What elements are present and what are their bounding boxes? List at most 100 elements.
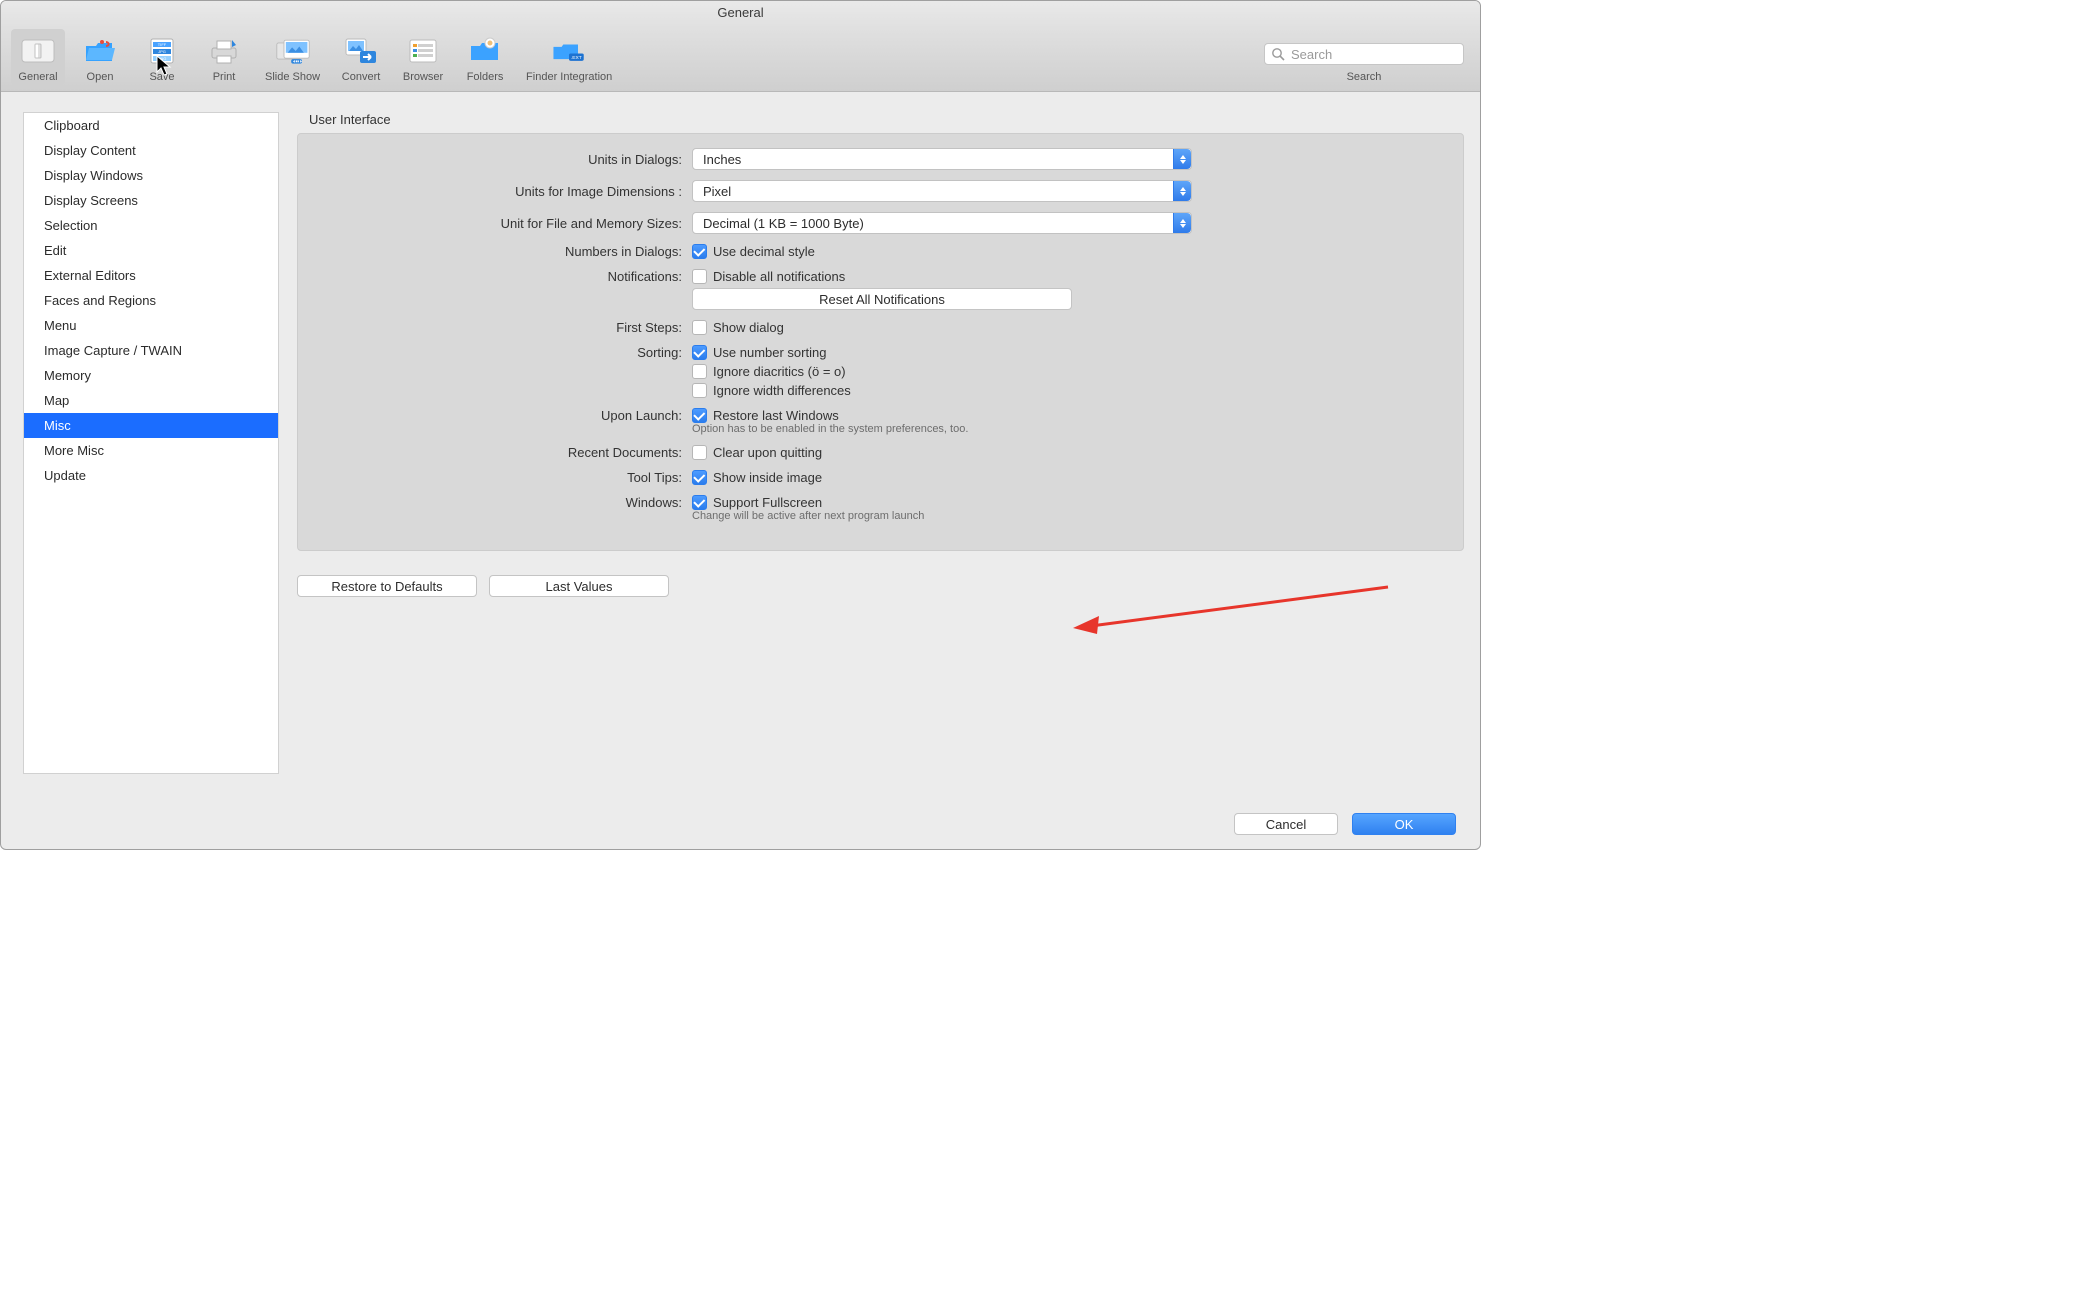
preferences-window: General General Open TIFFJPGPNG Save: [0, 0, 1481, 850]
sidebar-item-display-windows[interactable]: Display Windows: [24, 163, 278, 188]
window-title: General: [1, 1, 1480, 25]
group-title: User Interface: [309, 112, 1464, 127]
checkbox-clear-on-quit[interactable]: [692, 445, 707, 460]
label-windows: Windows:: [322, 495, 682, 510]
checkbox-disable-notifications[interactable]: [692, 269, 707, 284]
label-sorting: Sorting:: [322, 345, 682, 360]
search-label: Search: [1347, 71, 1382, 83]
sidebar-item-more-misc[interactable]: More Misc: [24, 438, 278, 463]
checkbox-label: Disable all notifications: [713, 269, 845, 284]
checkbox-ignore-diacritics[interactable]: [692, 364, 707, 379]
label-numbers: Numbers in Dialogs:: [322, 244, 682, 259]
search-input[interactable]: Search: [1264, 43, 1464, 65]
convert-icon: [343, 33, 379, 69]
main-panel: User Interface Units in Dialogs: Inches …: [297, 112, 1464, 774]
group-box: Units in Dialogs: Inches Units for Image…: [297, 133, 1464, 551]
defaults-row: Restore to Defaults Last Values: [297, 575, 1464, 597]
checkbox-label: Clear upon quitting: [713, 445, 822, 460]
search-icon: [1271, 47, 1285, 61]
reset-notifications-button[interactable]: Reset All Notifications: [692, 288, 1072, 310]
toolbar: General Open TIFFJPGPNG Save Print: [1, 25, 1480, 92]
sidebar-item-faces-regions[interactable]: Faces and Regions: [24, 288, 278, 313]
svg-text:JPG: JPG: [158, 49, 166, 54]
folder-ext-icon: .EXT: [551, 33, 587, 69]
popup-value: Inches: [703, 152, 741, 167]
folder-open-icon: [82, 33, 118, 69]
toolbar-open[interactable]: Open: [73, 29, 127, 85]
popup-units-image[interactable]: Pixel: [692, 180, 1192, 202]
sidebar-item-menu[interactable]: Menu: [24, 313, 278, 338]
sidebar-item-display-content[interactable]: Display Content: [24, 138, 278, 163]
restore-defaults-button[interactable]: Restore to Defaults: [297, 575, 477, 597]
sidebar-item-misc[interactable]: Misc: [24, 413, 278, 438]
label-units-image: Units for Image Dimensions :: [322, 184, 682, 199]
label-unit-filesize: Unit for File and Memory Sizes:: [322, 216, 682, 231]
toolbar-label: Browser: [403, 71, 443, 83]
label-tooltips: Tool Tips:: [322, 470, 682, 485]
label-upon-launch: Upon Launch:: [322, 408, 682, 423]
search-placeholder: Search: [1291, 47, 1332, 62]
checkbox-tooltips-inside-image[interactable]: [692, 470, 707, 485]
checkbox-label: Support Fullscreen: [713, 495, 822, 510]
label-notifications: Notifications:: [322, 269, 682, 284]
toolbar-label: Convert: [342, 71, 381, 83]
sidebar-item-map[interactable]: Map: [24, 388, 278, 413]
svg-text:TIFF: TIFF: [158, 42, 167, 47]
last-values-button[interactable]: Last Values: [489, 575, 669, 597]
toolbar-folders[interactable]: Folders: [458, 29, 512, 85]
chevron-up-down-icon: [1173, 213, 1191, 233]
sidebar-item-external-editors[interactable]: External Editors: [24, 263, 278, 288]
toolbar-finder-integration[interactable]: .EXT Finder Integration: [520, 29, 618, 85]
checkbox-number-sorting[interactable]: [692, 345, 707, 360]
sidebar-item-edit[interactable]: Edit: [24, 238, 278, 263]
cancel-button[interactable]: Cancel: [1234, 813, 1338, 835]
sidebar-item-update[interactable]: Update: [24, 463, 278, 488]
checkbox-use-decimal-style[interactable]: [692, 244, 707, 259]
checkbox-support-fullscreen[interactable]: [692, 495, 707, 510]
ok-button[interactable]: OK: [1352, 813, 1456, 835]
toolbar-label: Open: [87, 71, 114, 83]
switch-icon: [20, 33, 56, 69]
toolbar-label: Print: [213, 71, 236, 83]
list-view-icon: [405, 33, 441, 69]
sidebar-item-clipboard[interactable]: Clipboard: [24, 113, 278, 138]
toolbar-items: General Open TIFFJPGPNG Save Print: [11, 29, 618, 85]
sidebar-item-selection[interactable]: Selection: [24, 213, 278, 238]
checkbox-restore-windows[interactable]: [692, 408, 707, 423]
toolbar-label: Folders: [467, 71, 504, 83]
slideshow-icon: [275, 33, 311, 69]
label-units-dialogs: Units in Dialogs:: [322, 152, 682, 167]
checkbox-label: Ignore width differences: [713, 383, 851, 398]
toolbar-print[interactable]: Print: [197, 29, 251, 85]
checkbox-show-dialog[interactable]: [692, 320, 707, 335]
toolbar-browser[interactable]: Browser: [396, 29, 450, 85]
checkbox-ignore-width[interactable]: [692, 383, 707, 398]
checkbox-label: Show dialog: [713, 320, 784, 335]
toolbar-convert[interactable]: Convert: [334, 29, 388, 85]
checkbox-label: Show inside image: [713, 470, 822, 485]
dialog-actions: Cancel OK: [1234, 813, 1456, 835]
label-recent-docs: Recent Documents:: [322, 445, 682, 460]
popup-value: Pixel: [703, 184, 731, 199]
chevron-up-down-icon: [1173, 149, 1191, 169]
sidebar-item-image-capture[interactable]: Image Capture / TWAIN: [24, 338, 278, 363]
checkbox-label: Use number sorting: [713, 345, 826, 360]
sidebar-item-memory[interactable]: Memory: [24, 363, 278, 388]
folder-photo-icon: [467, 33, 503, 69]
chevron-up-down-icon: [1173, 181, 1191, 201]
note-windows: Change will be active after next program…: [692, 510, 1439, 522]
popup-unit-filesize[interactable]: Decimal (1 KB = 1000 Byte): [692, 212, 1192, 234]
toolbar-label: General: [18, 71, 57, 83]
content-area: Clipboard Display Content Display Window…: [1, 92, 1480, 790]
note-upon-launch: Option has to be enabled in the system p…: [692, 423, 1439, 435]
toolbar-general[interactable]: General: [11, 29, 65, 85]
toolbar-label: Finder Integration: [526, 71, 612, 83]
popup-units-dialogs[interactable]: Inches: [692, 148, 1192, 170]
popup-value: Decimal (1 KB = 1000 Byte): [703, 216, 864, 231]
sidebar: Clipboard Display Content Display Window…: [23, 112, 279, 774]
printer-icon: [206, 33, 242, 69]
checkbox-label: Restore last Windows: [713, 408, 839, 423]
sidebar-item-display-screens[interactable]: Display Screens: [24, 188, 278, 213]
toolbar-slideshow[interactable]: Slide Show: [259, 29, 326, 85]
label-first-steps: First Steps:: [322, 320, 682, 335]
